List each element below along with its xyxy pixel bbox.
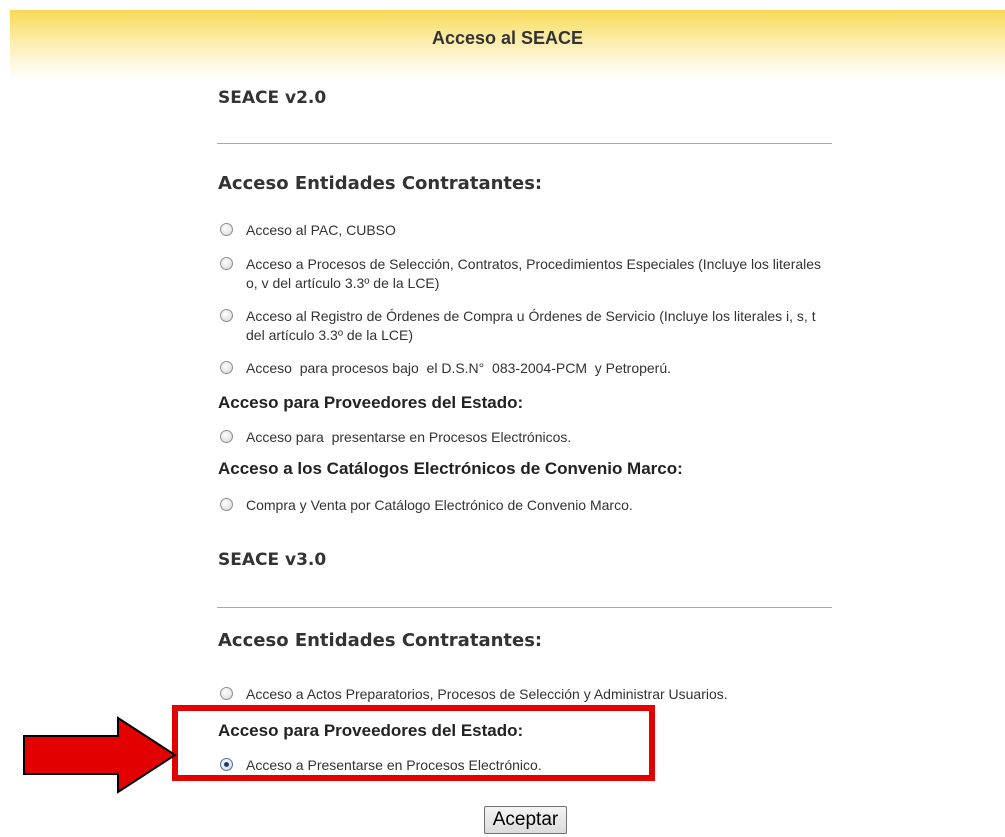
option-label: Acceso para procesos bajo el D.S.N° 083-… bbox=[246, 360, 672, 376]
radio-button[interactable] bbox=[220, 361, 233, 374]
section-divider bbox=[217, 607, 832, 608]
option-label: Acceso al Registro de Órdenes de Compra … bbox=[246, 308, 820, 343]
v2-catalogos-title: Acceso a los Catálogos Electrónicos de C… bbox=[218, 459, 683, 478]
seace-v3-title: SEACE v3.0 bbox=[218, 550, 327, 570]
radio-button[interactable] bbox=[220, 498, 233, 511]
highlight-box bbox=[172, 705, 655, 781]
option-label: Acceso para presentarse en Procesos Elec… bbox=[246, 429, 572, 445]
option-label: Compra y Venta por Catálogo Electrónico … bbox=[246, 497, 633, 513]
v3-entidades-title: Acceso Entidades Contratantes: bbox=[218, 630, 543, 651]
radio-button[interactable] bbox=[220, 223, 233, 236]
page-title: Acceso al SEACE bbox=[431, 28, 584, 48]
v2-proveedores-title: Acceso para Proveedores del Estado: bbox=[218, 393, 524, 412]
option-label: Acceso a Procesos de Selección, Contrato… bbox=[246, 256, 825, 291]
radio-button[interactable] bbox=[220, 257, 233, 270]
seace-v2-title: SEACE v2.0 bbox=[218, 88, 327, 108]
radio-button[interactable] bbox=[220, 430, 233, 443]
red-arrow-icon bbox=[23, 716, 177, 794]
option-label: Acceso a Actos Preparatorios, Procesos d… bbox=[246, 686, 728, 702]
accept-button[interactable]: Aceptar bbox=[484, 806, 567, 834]
radio-button[interactable] bbox=[220, 309, 233, 322]
option-label: Acceso al PAC, CUBSO bbox=[246, 222, 396, 238]
seace-access-page: Acceso al SEACE SEACE v2.0 Acceso Entida… bbox=[0, 0, 1005, 837]
v2-entidades-title: Acceso Entidades Contratantes: bbox=[218, 173, 543, 194]
radio-button[interactable] bbox=[220, 687, 233, 700]
section-divider bbox=[217, 143, 832, 144]
